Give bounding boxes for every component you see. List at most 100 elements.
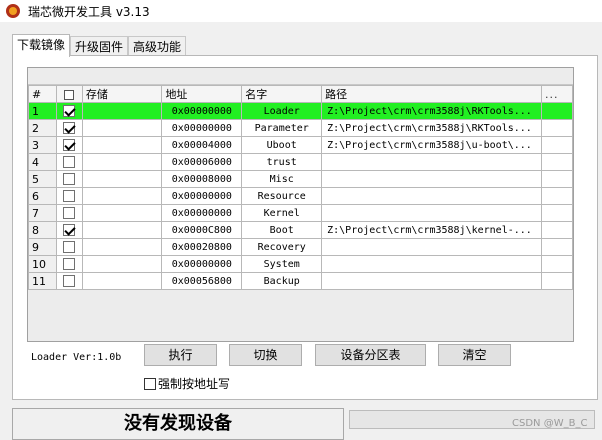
table-row[interactable]: 5 0x00008000 Misc [28, 170, 573, 188]
select-all-checkbox[interactable] [64, 89, 75, 100]
row-name[interactable]: Misc [241, 170, 323, 188]
col-header-address[interactable]: 地址 [161, 85, 243, 103]
row-storage[interactable] [81, 102, 163, 120]
row-address[interactable]: 0x00008000 [161, 170, 243, 188]
tab-download-image[interactable]: 下载镜像 [12, 34, 71, 57]
row-name[interactable]: Loader [241, 102, 323, 120]
row-address[interactable]: 0x00006000 [161, 153, 243, 171]
tab-advanced[interactable]: 高级功能 [128, 36, 187, 57]
row-browse[interactable] [541, 221, 573, 239]
row-storage[interactable] [81, 255, 163, 273]
col-header-num[interactable]: # [28, 85, 57, 103]
row-number[interactable]: 9 [28, 238, 57, 256]
row-number[interactable]: 3 [28, 136, 57, 154]
row-number[interactable]: 2 [28, 119, 57, 137]
row-storage[interactable] [81, 119, 163, 137]
row-number[interactable]: 10 [28, 255, 57, 273]
row-browse[interactable] [541, 272, 573, 290]
row-number[interactable]: 8 [28, 221, 57, 239]
row-number[interactable]: 5 [28, 170, 57, 188]
row-browse[interactable] [541, 136, 573, 154]
row-number[interactable]: 1 [28, 102, 57, 120]
row-storage[interactable] [81, 204, 163, 222]
row-browse[interactable] [541, 238, 573, 256]
row-checkbox-cell[interactable] [55, 238, 83, 256]
row-browse[interactable] [541, 170, 573, 188]
row-checkbox-cell[interactable] [55, 255, 83, 273]
row-checkbox[interactable] [63, 241, 76, 253]
table-row[interactable]: 11 0x00056800 Backup [28, 272, 573, 290]
row-path[interactable] [321, 170, 543, 188]
row-address[interactable]: 0x00004000 [161, 136, 243, 154]
table-row[interactable]: 2 0x00000000 Parameter Z:\Project\crm\crm35… [28, 119, 573, 137]
row-path[interactable] [321, 272, 543, 290]
row-path[interactable]: Z:\Project\crm\crm3588j\RKTools... [321, 119, 543, 137]
row-storage[interactable] [81, 238, 163, 256]
force-address-checkbox[interactable] [144, 377, 156, 390]
row-path[interactable]: Z:\Project\crm\crm3588j\RKTools... [321, 102, 543, 120]
row-storage[interactable] [81, 136, 163, 154]
row-checkbox-cell[interactable] [55, 187, 83, 205]
table-row[interactable]: 10 0x00000000 System [28, 255, 573, 273]
row-checkbox[interactable] [63, 105, 76, 117]
row-checkbox-cell[interactable] [55, 272, 83, 290]
row-checkbox[interactable] [63, 224, 76, 236]
col-header-storage[interactable]: 存储 [81, 85, 163, 103]
col-header-path[interactable]: 路径 [321, 85, 543, 103]
table-row[interactable]: 9 0x00020800 Recovery [28, 238, 573, 256]
force-address-option[interactable]: 强制按地址写 [144, 375, 230, 392]
row-address[interactable]: 0x00000000 [161, 102, 243, 120]
row-checkbox-cell[interactable] [55, 221, 83, 239]
row-checkbox[interactable] [63, 190, 76, 202]
row-checkbox-cell[interactable] [55, 102, 83, 120]
row-path[interactable]: Z:\Project\crm\crm3588j\u-boot\... [321, 136, 543, 154]
row-browse[interactable] [541, 153, 573, 171]
table-row[interactable]: 3 0x00004000 Uboot Z:\Project\crm\crm3588j\… [28, 136, 573, 154]
row-browse[interactable] [541, 187, 573, 205]
row-name[interactable]: Uboot [241, 136, 323, 154]
row-address[interactable]: 0x00000000 [161, 204, 243, 222]
row-checkbox[interactable] [63, 275, 76, 287]
row-address[interactable]: 0x0000C800 [161, 221, 243, 239]
row-number[interactable]: 4 [28, 153, 57, 171]
row-number[interactable]: 6 [28, 187, 57, 205]
row-path[interactable] [321, 255, 543, 273]
row-checkbox[interactable] [63, 173, 76, 185]
row-storage[interactable] [81, 187, 163, 205]
row-browse[interactable] [541, 255, 573, 273]
row-name[interactable]: Kernel [241, 204, 323, 222]
row-name[interactable]: System [241, 255, 323, 273]
row-storage[interactable] [81, 170, 163, 188]
row-checkbox[interactable] [63, 258, 76, 270]
table-row[interactable]: 7 0x00000000 Kernel [28, 204, 573, 222]
clear-button[interactable]: 清空 [438, 344, 511, 366]
row-path[interactable] [321, 187, 543, 205]
table-row[interactable]: 6 0x00000000 Resource [28, 187, 573, 205]
col-header-more[interactable]: ... [541, 85, 573, 103]
row-name[interactable]: trust [241, 153, 323, 171]
row-name[interactable]: Backup [241, 272, 323, 290]
row-browse[interactable] [541, 102, 573, 120]
row-path[interactable] [321, 204, 543, 222]
row-storage[interactable] [81, 221, 163, 239]
row-checkbox[interactable] [63, 156, 76, 168]
row-browse[interactable] [541, 119, 573, 137]
row-checkbox-cell[interactable] [55, 170, 83, 188]
row-checkbox-cell[interactable] [55, 136, 83, 154]
row-address[interactable]: 0x00000000 [161, 119, 243, 137]
row-number[interactable]: 7 [28, 204, 57, 222]
col-header-name[interactable]: 名字 [241, 85, 323, 103]
row-checkbox[interactable] [63, 139, 76, 151]
row-path[interactable] [321, 238, 543, 256]
row-name[interactable]: Recovery [241, 238, 323, 256]
row-checkbox[interactable] [63, 207, 76, 219]
row-address[interactable]: 0x00056800 [161, 272, 243, 290]
row-address[interactable]: 0x00000000 [161, 255, 243, 273]
row-name[interactable]: Resource [241, 187, 323, 205]
row-number[interactable]: 11 [28, 272, 57, 290]
partition-table-button[interactable]: 设备分区表 [315, 344, 426, 366]
tab-upgrade-firmware[interactable]: 升级固件 [70, 36, 129, 57]
col-header-check[interactable] [55, 85, 83, 103]
row-address[interactable]: 0x00000000 [161, 187, 243, 205]
table-row[interactable]: 1 0x00000000 Loader Z:\Project\crm\crm3588j… [28, 102, 573, 120]
